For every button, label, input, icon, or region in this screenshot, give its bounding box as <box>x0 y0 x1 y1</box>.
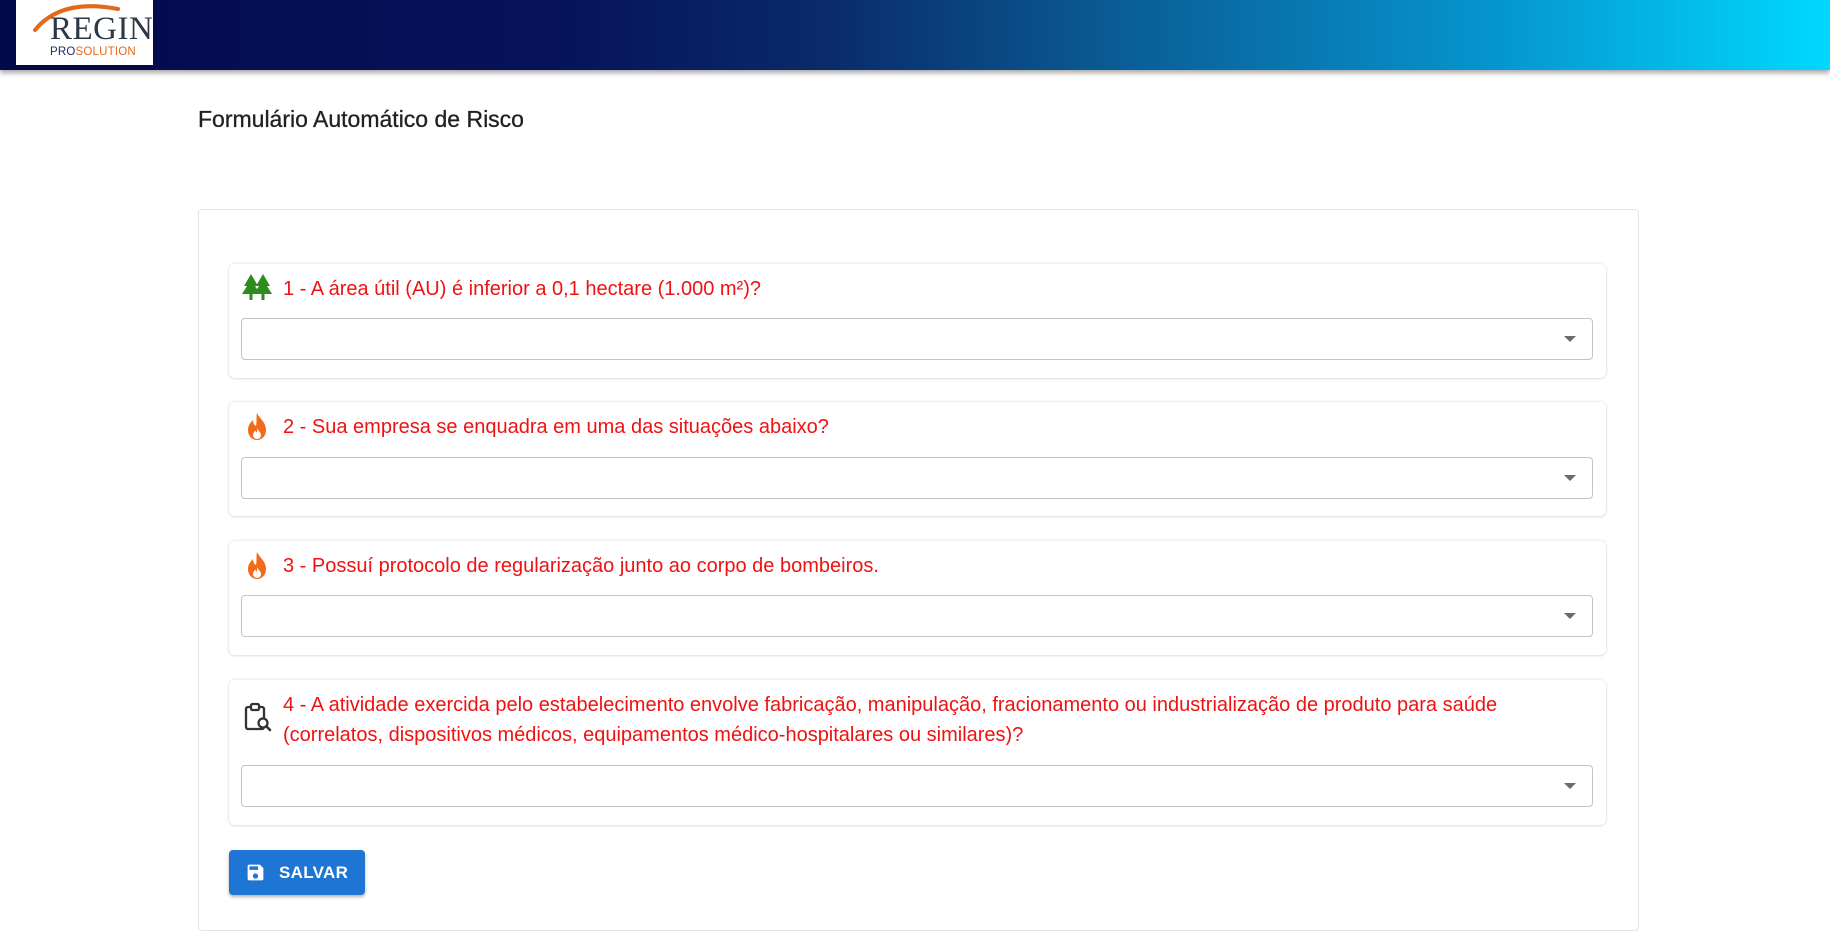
question-label-3: 3 - Possuí protocolo de regularização ju… <box>283 555 879 577</box>
question-label-2: 2 - Sua empresa se enquadra em uma das s… <box>283 416 829 438</box>
trees-icon <box>241 272 273 304</box>
question-card-2: 2 - Sua empresa se enquadra em uma das s… <box>229 402 1606 516</box>
page-title: Formulário Automático de Risco <box>198 106 524 132</box>
question-card-3: 3 - Possuí protocolo de regularização ju… <box>229 541 1606 655</box>
fire-icon <box>241 411 273 443</box>
save-button-label: SALVAR <box>279 863 349 882</box>
clipboard-search-icon <box>241 701 273 733</box>
logo-wordmark: REGIN <box>50 11 154 47</box>
logo-subtitle: PROSOLUTION <box>50 46 136 58</box>
regin-logo[interactable]: REGIN PROSOLUTION <box>16 0 153 65</box>
chevron-down-icon <box>1564 783 1576 789</box>
save-button[interactable]: SALVAR <box>229 850 365 895</box>
chevron-down-icon <box>1564 613 1576 619</box>
question-select-2[interactable] <box>241 457 1593 499</box>
question-label-4: 4 - A atividade exercida pelo estabeleci… <box>283 694 1498 746</box>
chevron-down-icon <box>1564 336 1576 342</box>
question-label-1: 1 - A área útil (AU) é inferior a 0,1 he… <box>283 278 761 300</box>
fire-icon <box>241 550 273 582</box>
question-select-4[interactable] <box>241 765 1593 807</box>
question-select-3[interactable] <box>241 595 1593 637</box>
top-header-bar: REGIN PROSOLUTION <box>0 0 1830 70</box>
question-card-1: 1 - A área útil (AU) é inferior a 0,1 he… <box>229 264 1606 378</box>
question-card-4: 4 - A atividade exercida pelo estabeleci… <box>229 680 1606 825</box>
save-icon <box>245 862 266 883</box>
chevron-down-icon <box>1564 475 1576 481</box>
question-select-1[interactable] <box>241 318 1593 360</box>
